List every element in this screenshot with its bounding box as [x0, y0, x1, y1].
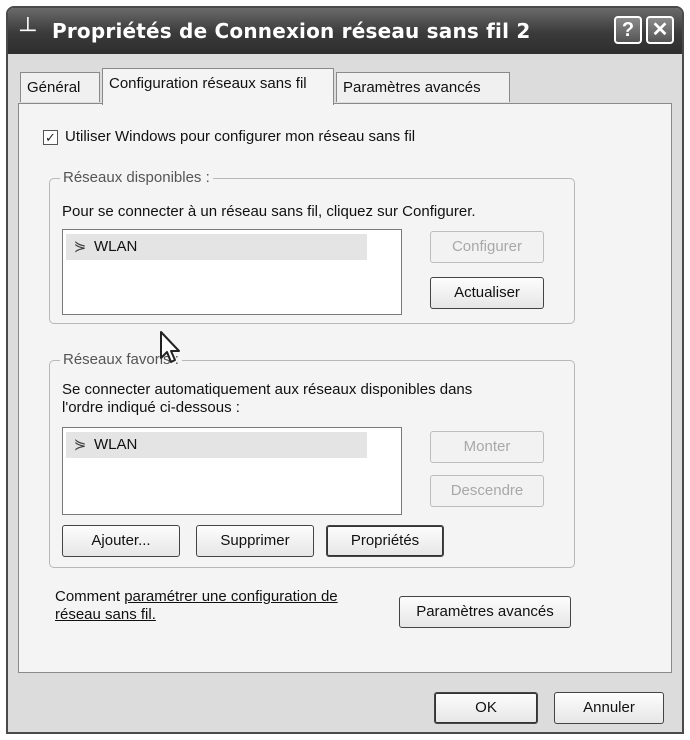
- network-connection-icon: ┴: [20, 17, 36, 42]
- preferred-networks-description-line1: Se connecter automatiquement aux réseaux…: [62, 381, 473, 398]
- available-networks-group: Réseaux disponibles : Pour se connecter …: [49, 169, 575, 324]
- checkmark-icon: ✓: [45, 130, 56, 145]
- tab-advanced[interactable]: Paramètres avancés: [336, 72, 510, 102]
- move-down-button[interactable]: Descendre: [430, 475, 544, 507]
- help-prefix: Comment: [55, 588, 125, 605]
- help-text-line1: Comment paramétrer une configuration de: [55, 588, 338, 606]
- network-name: WLAN: [94, 238, 138, 255]
- advanced-settings-button[interactable]: Paramètres avancés: [399, 596, 571, 628]
- preferred-networks-group: Réseaux favoris : Se connecter automatiq…: [49, 351, 575, 568]
- help-link-part2[interactable]: réseau sans fil.: [55, 606, 156, 624]
- available-networks-list[interactable]: ⋟ WLAN: [62, 229, 402, 315]
- wireless-network-icon: ⋟: [73, 238, 87, 255]
- tab-general[interactable]: Général: [20, 72, 100, 102]
- wireless-network-icon: ⋟: [73, 436, 87, 453]
- list-item[interactable]: ⋟ WLAN: [66, 234, 367, 260]
- help-button[interactable]: ?: [614, 16, 642, 44]
- tab-panel: ✓ Utiliser Windows pour configurer mon r…: [18, 103, 672, 673]
- properties-button[interactable]: Propriétés: [326, 525, 444, 557]
- help-link-part1[interactable]: paramétrer une configuration de: [124, 588, 337, 605]
- configure-button[interactable]: Configurer: [430, 231, 544, 263]
- title-bar[interactable]: ┴ Propriétés de Connexion réseau sans fi…: [8, 8, 682, 54]
- use-windows-label[interactable]: Utiliser Windows pour configurer mon rés…: [65, 128, 415, 146]
- properties-dialog: ┴ Propriétés de Connexion réseau sans fi…: [6, 6, 684, 734]
- use-windows-checkbox[interactable]: ✓: [43, 130, 58, 145]
- close-button[interactable]: ✕: [646, 16, 674, 44]
- ok-button[interactable]: OK: [434, 692, 538, 724]
- preferred-networks-list[interactable]: ⋟ WLAN: [62, 427, 402, 515]
- add-button[interactable]: Ajouter...: [62, 525, 180, 557]
- network-name: WLAN: [94, 436, 138, 453]
- available-networks-description: Pour se connecter à un réseau sans fil, …: [62, 203, 476, 220]
- move-up-button[interactable]: Monter: [430, 431, 544, 463]
- remove-button[interactable]: Supprimer: [196, 525, 314, 557]
- tab-wireless-config[interactable]: Configuration réseaux sans fil: [102, 68, 334, 105]
- preferred-networks-description-line2: l'ordre indiqué ci-dessous :: [62, 399, 240, 416]
- refresh-button[interactable]: Actualiser: [430, 277, 544, 309]
- mouse-cursor-icon: [160, 331, 180, 363]
- cancel-button[interactable]: Annuler: [554, 692, 664, 724]
- available-networks-legend: Réseaux disponibles :: [60, 169, 213, 187]
- window-title: Propriétés de Connexion réseau sans fil …: [52, 19, 531, 43]
- list-item[interactable]: ⋟ WLAN: [66, 432, 367, 458]
